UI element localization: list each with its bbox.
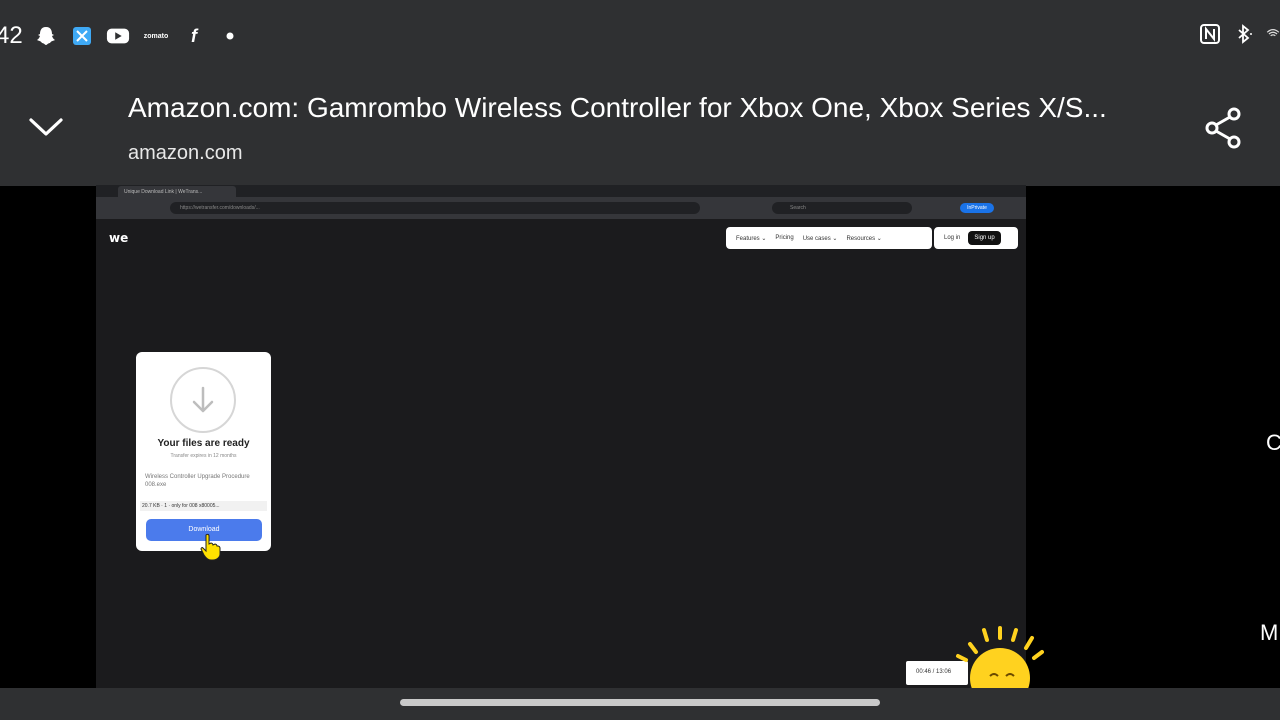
hand-cursor-icon <box>200 533 221 561</box>
page-title: Amazon.com: Gamrombo Wireless Controller… <box>128 92 1107 123</box>
browser-search-box[interactable]: Search <box>772 202 912 214</box>
share-icon[interactable] <box>1202 104 1246 152</box>
bluetooth-icon <box>1232 22 1256 46</box>
facebook-icon: f <box>191 25 197 46</box>
wetransfer-logo: we <box>109 231 129 245</box>
app-icon <box>70 24 94 48</box>
browser-profile-badge[interactable]: InPrivate <box>960 203 994 213</box>
address-bar[interactable]: https://wetransfer.com/downloads/... <box>170 202 700 214</box>
snapchat-icon <box>34 24 58 48</box>
system-icons <box>1198 22 1280 46</box>
youtube-icon <box>106 24 130 48</box>
zomato-icon: zomato <box>143 32 169 40</box>
files-ready-heading: Your files are ready <box>157 438 250 449</box>
dot-icon <box>218 24 242 48</box>
site-nav: Features ⌄ Pricing Use cases ⌄ Resources… <box>726 227 932 249</box>
nav-pricing[interactable]: Pricing <box>775 235 793 241</box>
nfc-icon <box>1198 22 1222 46</box>
download-arrow-icon <box>170 367 236 433</box>
login-link[interactable]: Log in <box>944 235 960 241</box>
status-bar: 42 zomato f <box>0 0 1280 72</box>
nav-resources[interactable]: Resources ⌄ <box>846 235 881 242</box>
nav-use-cases[interactable]: Use cases ⌄ <box>803 235 838 242</box>
browser-tab[interactable]: Unique Download Link | WeTrans... <box>118 186 236 197</box>
download-card: Your files are ready Transfer expires in… <box>136 352 271 551</box>
edge-letter-m: M <box>1260 620 1279 645</box>
custom-tab-header <box>0 72 1280 186</box>
sun-sticker-icon <box>956 626 1044 688</box>
wifi-icon <box>1266 22 1280 46</box>
nav-features[interactable]: Features ⌄ <box>736 235 766 242</box>
edge-letter-c: C <box>1266 430 1280 455</box>
transfer-expiry: Transfer expires in 12 months <box>170 453 237 459</box>
video-frame[interactable]: Unique Download Link | WeTrans... https:… <box>96 185 1026 688</box>
chevron-down-icon[interactable] <box>26 108 66 148</box>
signup-button[interactable]: Sign up <box>968 231 1001 245</box>
page-domain: amazon.com <box>128 142 243 164</box>
file-name: Wireless Controller Upgrade Procedure 00… <box>145 474 250 488</box>
status-time: 42 <box>0 22 23 49</box>
file-size-row: 20.7 KB · 1 · only for 008 x80005... <box>140 501 267 511</box>
notification-icons: zomato f <box>34 24 242 48</box>
home-gesture-handle[interactable] <box>400 699 880 706</box>
auth-buttons: Log in Sign up <box>934 227 1018 249</box>
